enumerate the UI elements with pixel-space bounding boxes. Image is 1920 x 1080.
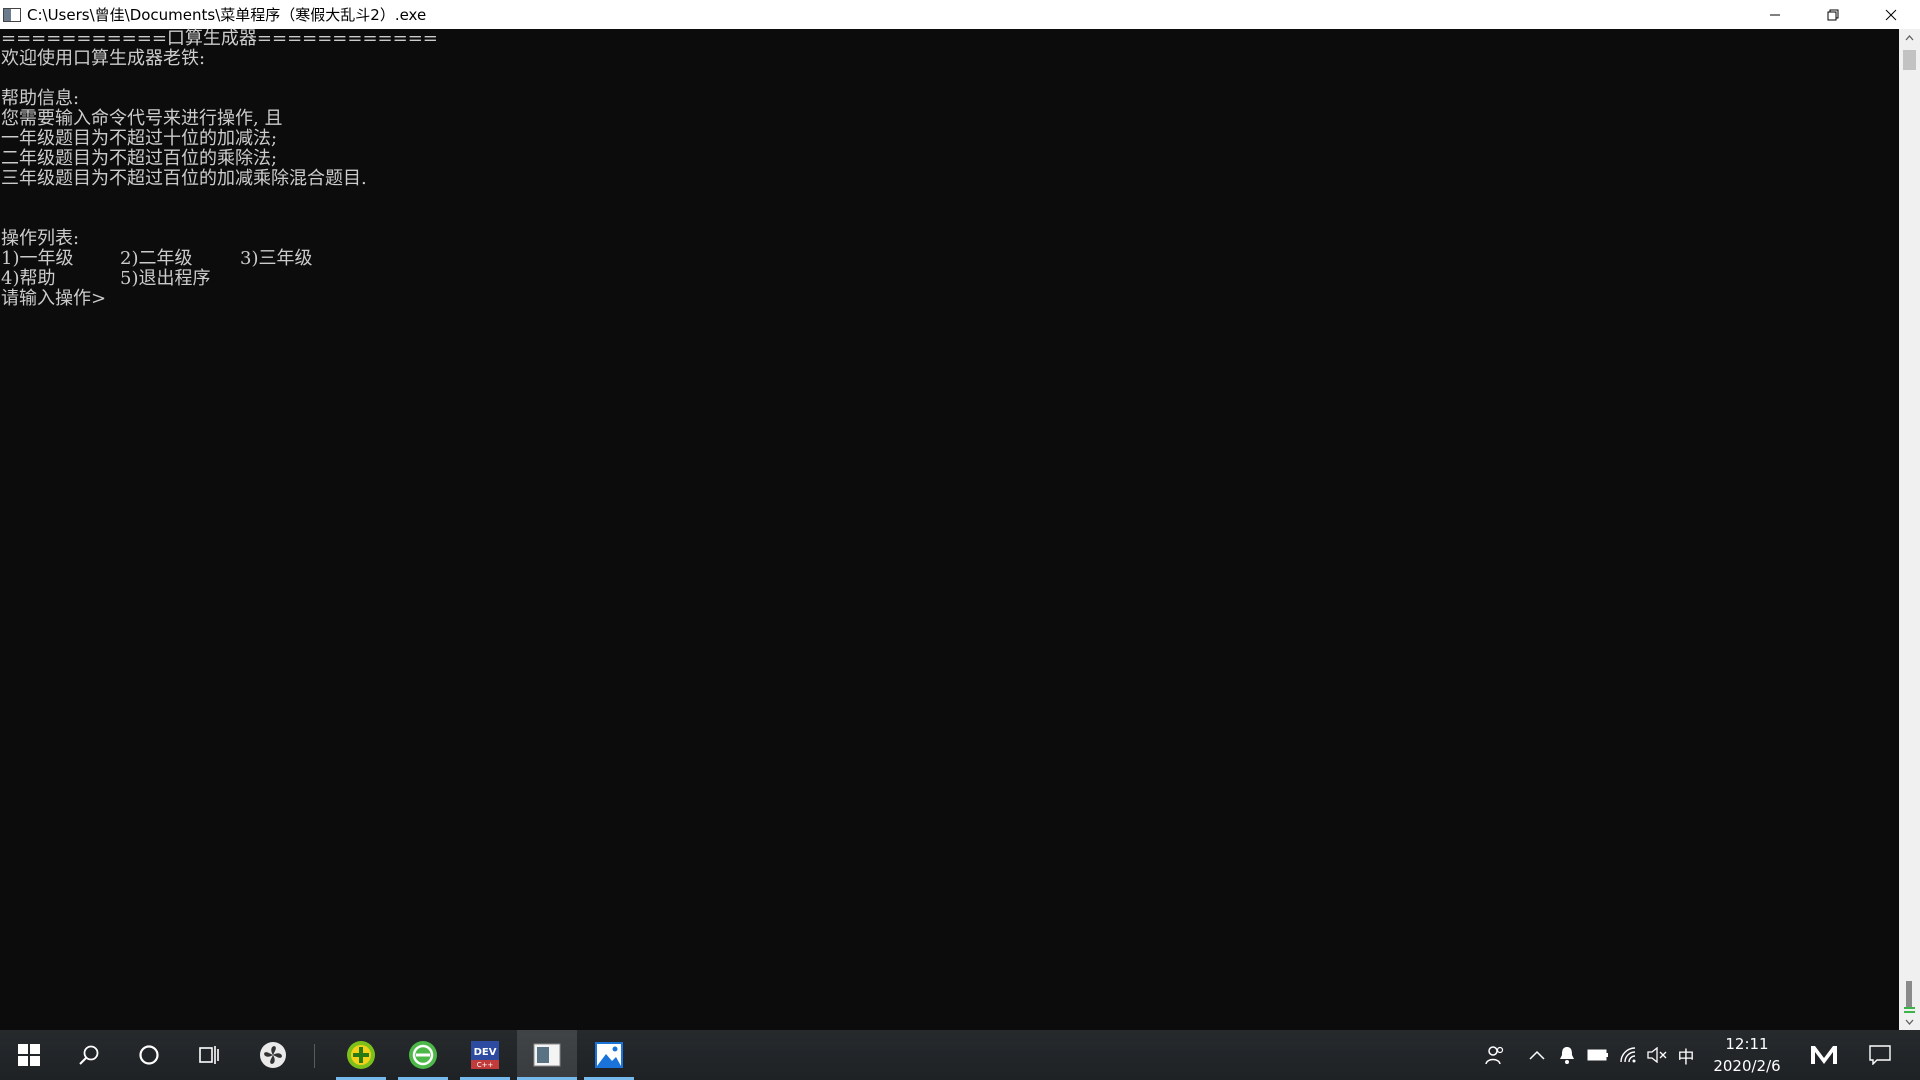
taskbar-app-fan[interactable] [243,1030,303,1080]
photos-app-icon [595,1042,623,1068]
option-grade-1: 1)一年级 [1,248,74,269]
add-app-icon [347,1041,375,1069]
console-line: 一年级题目为不超过十位的加减法; [1,128,278,149]
volume-muted-icon [1647,1047,1667,1063]
vertical-scrollbar[interactable] [1899,29,1920,1030]
search-icon [79,1045,99,1065]
m-app-icon [1811,1046,1837,1064]
restore-icon [1827,9,1839,20]
task-view-icon [199,1046,219,1064]
start-button[interactable] [0,1030,58,1080]
fan-app-icon [260,1042,286,1068]
notification-bell-icon [1560,1047,1574,1064]
console-window-icon [3,7,21,22]
search-button[interactable] [60,1030,118,1080]
close-icon [1885,9,1897,20]
wifi-icon [1620,1047,1636,1063]
taskbar-app-console[interactable] [517,1030,577,1080]
svg-text:C++: C++ [477,1061,494,1069]
show-hidden-icons-button[interactable] [1526,1030,1548,1080]
minimize-button[interactable] [1746,0,1804,29]
chevron-down-icon [1905,1019,1914,1025]
taskbar-app-add[interactable] [336,1030,386,1080]
restore-button[interactable] [1804,0,1862,29]
taskbar-app-refresh[interactable] [398,1030,448,1080]
console-app-icon [533,1043,561,1067]
scroll-down-button[interactable] [1899,1013,1920,1030]
operations-row-1: 1)一年级 2)二年级 3)三年级 [0,249,1899,269]
taskbar-app-devcpp[interactable]: DEV C++ [460,1030,510,1080]
taskbar: DEV C++ 中 12:11 2020/2/6 [0,1030,1920,1080]
notification-button[interactable] [1556,1030,1578,1080]
window-title: C:\Users\曾佳\Documents\菜单程序（寒假大乱斗2）.exe [27,6,427,24]
scroll-marker [1904,1007,1915,1009]
scroll-thumb[interactable] [1903,50,1916,70]
task-view-button[interactable] [180,1030,238,1080]
dev-cpp-icon: DEV C++ [471,1041,499,1069]
action-center-icon [1869,1045,1891,1065]
scroll-marker [1906,981,1912,1009]
option-grade-3: 3)三年级 [240,248,313,269]
console-line: ===========口算生成器============ [1,28,438,49]
console-line: 帮助信息: [1,88,80,109]
volume-button[interactable] [1645,1030,1669,1080]
operations-row-2: 4)帮助 5)退出程序 [0,269,1899,289]
close-button[interactable] [1862,0,1920,29]
console-output[interactable]: ===========口算生成器============ 欢迎使用口算生成器老铁… [0,29,1899,1030]
cortana-button[interactable] [120,1030,178,1080]
taskbar-app-photos[interactable] [584,1030,634,1080]
network-button[interactable] [1617,1030,1641,1080]
console-line: 三年级题目为不超过百位的加减乘除混合题目. [1,168,367,189]
chevron-up-icon [1905,34,1914,40]
taskbar-clock[interactable]: 12:11 2020/2/6 [1700,1030,1794,1080]
clock-date: 2020/2/6 [1713,1057,1781,1075]
tray-app-m[interactable] [1808,1030,1840,1080]
people-button[interactable] [1480,1030,1510,1080]
refresh-app-icon [409,1041,437,1069]
console-line: 您需要输入命令代号来进行操作, 且 [1,108,283,129]
clock-time: 12:11 [1725,1035,1769,1053]
console-line: 操作列表: [1,228,80,249]
input-prompt[interactable]: 请输入操作> [0,289,1899,309]
window-controls [1746,0,1920,29]
cortana-icon [139,1045,159,1065]
battery-button[interactable] [1585,1030,1611,1080]
people-icon [1485,1046,1504,1065]
console-line: 欢迎使用口算生成器老铁: [1,48,206,69]
option-exit: 5)退出程序 [120,268,211,289]
option-grade-2: 2)二年级 [120,248,193,269]
scroll-up-button[interactable] [1899,29,1920,46]
svg-text:DEV: DEV [474,1047,497,1058]
option-help: 4)帮助 [1,268,56,289]
taskbar-separator [314,1044,315,1068]
action-center-button[interactable] [1862,1030,1898,1080]
minimize-icon [1770,14,1780,15]
start-icon [18,1044,40,1066]
title-bar[interactable]: C:\Users\曾佳\Documents\菜单程序（寒假大乱斗2）.exe [0,0,1920,29]
console-window: C:\Users\曾佳\Documents\菜单程序（寒假大乱斗2）.exe =… [0,0,1920,1030]
console-line: 二年级题目为不超过百位的乘除法; [1,148,278,169]
chevron-up-icon [1529,1050,1545,1060]
input-method-indicator[interactable]: 中 [1673,1030,1699,1080]
battery-icon [1587,1049,1608,1061]
